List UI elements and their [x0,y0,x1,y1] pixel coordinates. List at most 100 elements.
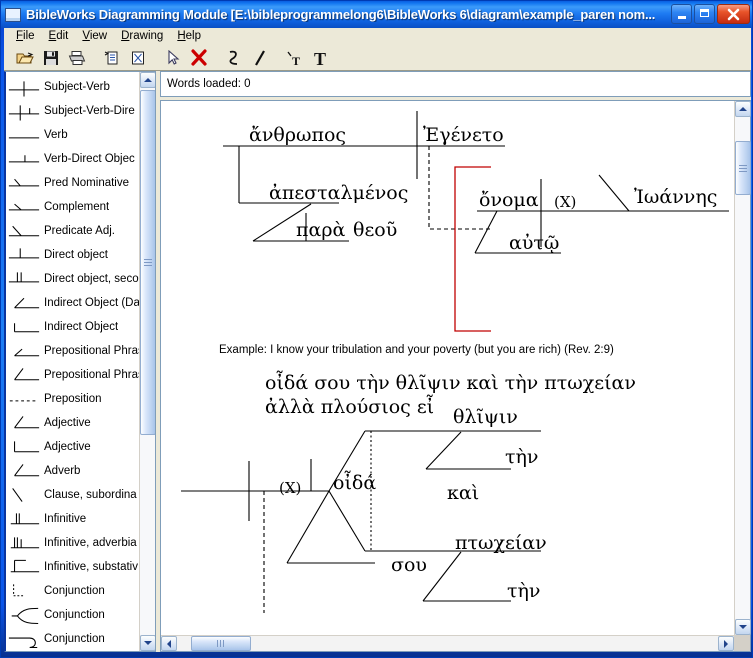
sidebar-item-4[interactable]: Pred Nominative [6,171,139,195]
sidebar-item-label: Complement [44,201,110,213]
sidebar-item-label: Adjective [44,417,91,429]
sidebar-scroll-up-button[interactable] [140,72,155,88]
adverb-icon [6,460,42,482]
direct-object-icon [6,244,42,266]
sidebar-item-label: Subject-Verb [44,81,110,93]
sidebar-item-10[interactable]: Indirect Object [6,315,139,339]
sidebar-item-19[interactable]: Infinitive, adverbia [6,531,139,555]
sidebar-item-21[interactable]: Conjunction [6,579,139,603]
sidebar-scroll-thumb[interactable] [140,90,155,435]
word-anthropos: ἄνθρωπος [249,124,346,146]
line-button[interactable] [247,46,273,70]
scrollbar-corner [734,635,750,651]
sidebar-item-0[interactable]: Subject-Verb [6,75,139,99]
small-text-button[interactable]: T [282,46,308,70]
minimize-button[interactable] [671,4,692,24]
notes-icon [104,51,118,65]
sidebar-item-11[interactable]: Prepositional Phras [6,339,139,363]
sidebar-item-18[interactable]: Infinitive [6,507,139,531]
grip-icon [739,164,747,172]
sidebar-item-2[interactable]: Verb [6,123,139,147]
pred-nominative-icon [6,172,42,194]
line-icon [255,50,265,66]
prepositional-phrase-2-icon [6,364,42,386]
infinitive-substantive-icon [6,556,42,578]
menu-item-help[interactable]: Help [170,28,208,44]
menu-item-drawing[interactable]: Drawing [114,28,170,44]
menu-item-label-rest: ile [23,30,35,43]
menu-item-view[interactable]: View [75,28,114,44]
notes-button[interactable] [99,46,125,70]
constructions-list[interactable]: Subject-Verb Subject-Verb-Dire Verb Verb-Di… [6,72,139,651]
sidebar-item-label: Infinitive, substativ [44,561,138,573]
menu-accel: F [16,30,24,43]
save-button[interactable] [38,46,64,70]
application-window: BibleWorks Diagramming Module [E:\biblep… [0,0,753,658]
sidebar-scrollbar[interactable] [139,72,155,651]
page-button[interactable] [125,46,151,70]
sidebar-item-23[interactable]: Conjunction [6,627,139,651]
sidebar-item-label: Adjective [44,441,91,453]
word-kai: καὶ [447,482,479,504]
maximize-button[interactable] [694,4,715,24]
sidebar-item-label: Prepositional Phras [44,369,139,381]
sidebar-item-1[interactable]: Subject-Verb-Dire [6,99,139,123]
sidebar-item-13[interactable]: Preposition [6,387,139,411]
adjective-2-icon [6,436,42,458]
select-button[interactable] [160,46,186,70]
canvas-scroll-up-button[interactable] [735,101,751,117]
sidebar-item-8[interactable]: Direct object, seco [6,267,139,291]
sidebar-item-12[interactable]: Prepositional Phras [6,363,139,387]
large-text-button[interactable]: T [308,46,334,70]
sidebar-item-label: Predicate Adj. [44,225,115,237]
close-button[interactable] [717,4,750,24]
open-icon [16,52,34,64]
curve-button[interactable] [221,46,247,70]
sidebar-scroll-down-button[interactable] [140,635,155,651]
sidebar-item-6[interactable]: Predicate Adj. [6,219,139,243]
canvas-vertical-scrollbar[interactable] [734,101,751,635]
word-oida: οἶδά [333,470,376,494]
sidebar-item-20[interactable]: Infinitive, substativ [6,555,139,579]
sidebar-item-16[interactable]: Adverb [6,459,139,483]
title-bar: BibleWorks Diagramming Module [E:\biblep… [1,1,752,28]
canvas-scroll-left-button[interactable] [161,636,177,651]
verb-direct-object-icon [6,148,42,170]
page-icon [132,51,144,65]
word-onoma: ὄνομα [479,189,539,211]
sidebar-item-7[interactable]: Direct object [6,243,139,267]
conjunction-2-icon [6,604,42,626]
sidebar-item-22[interactable]: Conjunction [6,603,139,627]
example-caption: Example: I know your tribulation and you… [219,344,614,356]
menu-item-label-rest: iew [89,30,108,43]
sidebar-item-5[interactable]: Complement [6,195,139,219]
sidebar-item-label: Conjunction [44,633,105,645]
word-ptocheian: πτωχείαν [455,532,547,554]
svg-text:T: T [314,49,326,68]
sidebar-item-3[interactable]: Verb-Direct Objec [6,147,139,171]
menu-item-file[interactable]: File [9,28,42,44]
word-egeneto: Ἐγένετο [423,124,504,146]
print-button[interactable] [64,46,90,70]
sidebar-item-9[interactable]: Indirect Object (Da [6,291,139,315]
sidebar-item-label: Infinitive [44,513,87,525]
sidebar-item-14[interactable]: Adjective [6,411,139,435]
delete-button[interactable] [186,46,212,70]
complement-icon [6,196,42,218]
sidebar-item-15[interactable]: Adjective [6,435,139,459]
canvas-vscroll-thumb[interactable] [735,141,751,195]
sidebar-item-17[interactable]: Clause, subordina [6,483,139,507]
sidebar-item-label: Indirect Object (Da [44,297,139,309]
canvas-horizontal-scrollbar[interactable] [161,635,750,651]
chevron-down-icon [144,641,152,645]
canvas-hscroll-thumb[interactable] [191,636,251,651]
open-button[interactable] [12,46,38,70]
client-area: File Edit View Drawing Help T T Subject-… [4,28,751,652]
window-icon [5,7,21,22]
diagram-canvas[interactable]: ἄνθρωπος Ἐγένετο ἀπεσταλμένος παρὰ θεοῦ … [161,101,734,635]
canvas-scroll-down-button[interactable] [735,619,751,635]
sidebar-item-label: Conjunction [44,609,105,621]
canvas-scroll-right-button[interactable] [718,636,734,651]
menu-item-edit[interactable]: Edit [42,28,76,44]
sidebar-item-label: Prepositional Phras [44,345,139,357]
